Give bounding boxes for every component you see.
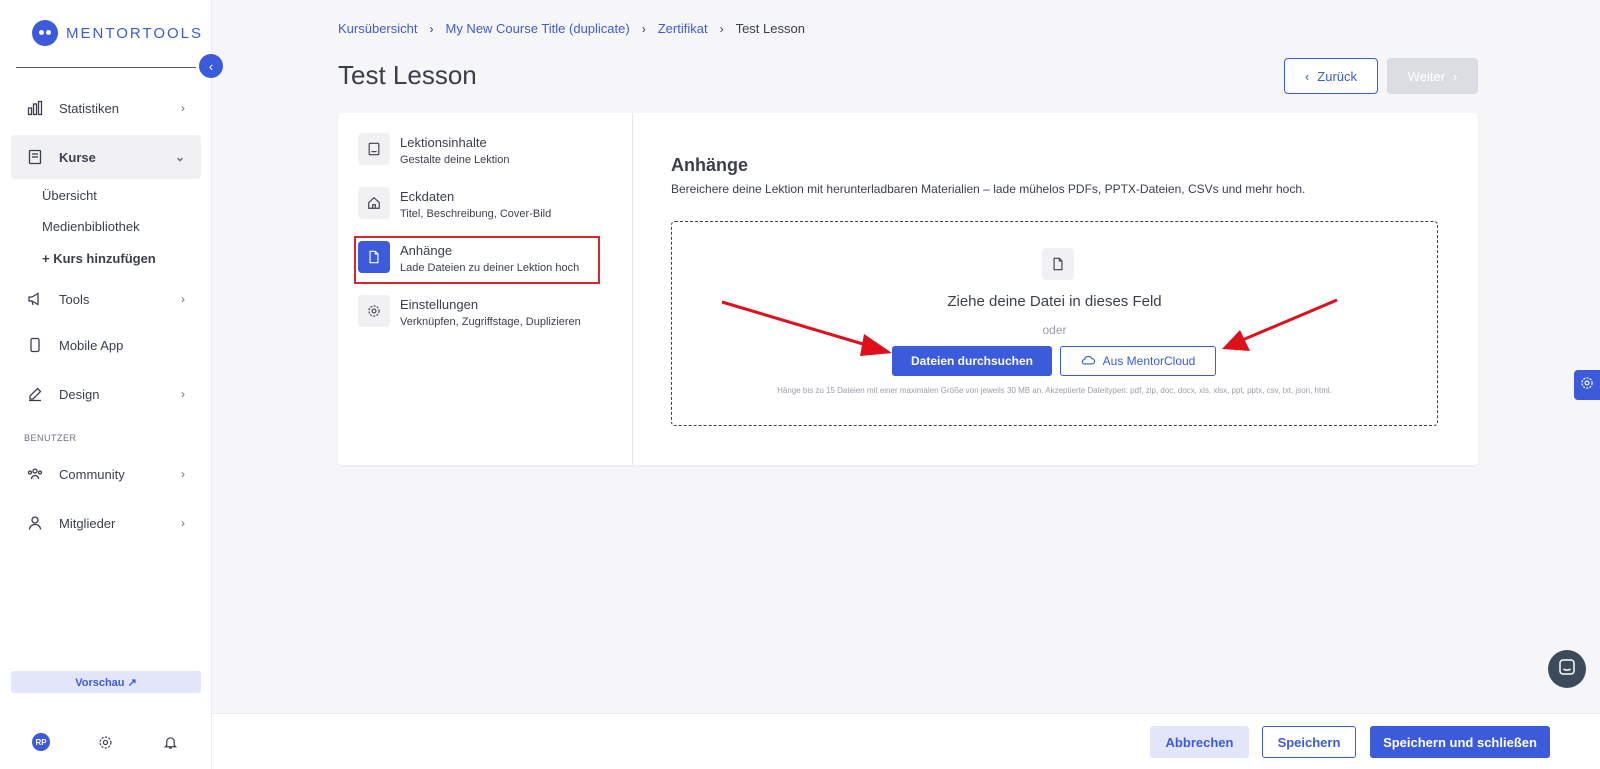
sidebar-item-kurse[interactable]: Kurse ⌄	[11, 135, 201, 179]
file-dropzone[interactable]: Ziehe deine Datei in dieses Feld oder Da…	[671, 221, 1438, 426]
collapse-sidebar-button[interactable]: ‹	[199, 54, 223, 78]
megaphone-icon	[25, 289, 45, 309]
file-icon	[1042, 248, 1074, 280]
floating-settings-button[interactable]	[1574, 370, 1600, 400]
chevron-down-icon: ⌄	[174, 150, 185, 164]
sidebar: MENTORTOOLS Statistiken › Kurse ⌄ Übersi…	[0, 0, 212, 769]
sidebar-item-label: Design	[59, 386, 100, 402]
step-title: Eckdaten	[400, 189, 455, 204]
chevron-right-icon: ›	[641, 21, 646, 36]
settings-gear-icon[interactable]	[95, 732, 115, 752]
chevron-right-icon: ›	[181, 516, 185, 530]
sidebar-item-tools[interactable]: Tools ›	[11, 277, 201, 321]
chevron-right-icon: ›	[181, 387, 185, 401]
sidebar-subitem-uebersicht[interactable]: Übersicht	[42, 188, 97, 203]
mentorcloud-label: Aus MentorCloud	[1102, 354, 1196, 368]
sidebar-item-statistiken[interactable]: Statistiken ›	[11, 86, 201, 130]
chevron-right-icon: ›	[429, 21, 434, 36]
step-title: Anhänge	[400, 243, 453, 258]
chevron-right-icon: ›	[181, 292, 185, 306]
pencil-icon	[25, 384, 45, 404]
breadcrumb: Kursübersicht › My New Course Title (dup…	[338, 21, 805, 36]
breadcrumb-zertifikat[interactable]: Zertifikat	[658, 21, 708, 36]
chevron-right-icon: ›	[181, 467, 185, 481]
avatar[interactable]: RP	[32, 733, 50, 751]
people-icon	[25, 464, 45, 484]
step-eckdaten[interactable]: Eckdaten Titel, Beschreibung, Cover-Bild	[358, 187, 608, 227]
step-subtitle: Titel, Beschreibung, Cover-Bild	[400, 208, 552, 220]
back-button-label: Zurück	[1317, 68, 1358, 84]
logo-text: MENTORTOOLS	[66, 24, 204, 42]
sidebar-subitem-medienbibliothek[interactable]: Medienbibliothek	[42, 219, 140, 234]
breadcrumb-kursuebersicht[interactable]: Kursübersicht	[338, 21, 417, 36]
bar-chart-icon	[25, 98, 45, 118]
next-button-label: Weiter	[1407, 68, 1445, 84]
sidebar-item-label: Mitglieder	[59, 515, 116, 531]
chevron-right-icon: ›	[1452, 68, 1458, 84]
lesson-editor-card: Lektionsinhalte Gestalte deine Lektion E…	[338, 113, 1478, 465]
phone-icon	[25, 335, 45, 355]
logo[interactable]: MENTORTOOLS	[32, 20, 203, 46]
chat-button[interactable]	[1548, 650, 1586, 688]
attachments-description: Bereichere deine Lektion mit herunterlad…	[671, 182, 1306, 196]
chevron-left-icon: ‹	[1304, 68, 1310, 84]
page-title: Test Lesson	[338, 60, 477, 90]
bell-icon[interactable]	[160, 732, 180, 752]
file-icon	[358, 241, 390, 273]
dropzone-note: Hänge bis zu 15 Dateien mit einer maxima…	[777, 386, 1332, 395]
sidebar-subitem-kurs-hinzufuegen[interactable]: + Kurs hinzufügen	[42, 251, 156, 266]
next-button[interactable]: Weiter ›	[1387, 58, 1478, 94]
sidebar-item-label: Tools	[59, 291, 90, 307]
sidebar-item-design[interactable]: Design ›	[11, 372, 201, 416]
breadcrumb-course[interactable]: My New Course Title (duplicate)	[445, 21, 629, 36]
dropzone-or: oder	[1042, 323, 1067, 337]
breadcrumb-current: Test Lesson	[735, 21, 805, 36]
gear-icon	[358, 295, 390, 327]
sidebar-item-mitglieder[interactable]: Mitglieder ›	[11, 501, 201, 545]
cancel-button[interactable]: Abbrechen	[1150, 726, 1249, 758]
back-button[interactable]: ‹ Zurück	[1284, 58, 1378, 94]
mentorcloud-button[interactable]: Aus MentorCloud	[1060, 346, 1216, 376]
cloud-icon	[1081, 354, 1095, 368]
chevron-right-icon: ›	[719, 21, 724, 36]
step-title: Lektionsinhalte	[400, 135, 487, 150]
mentortools-logo-icon	[32, 20, 58, 46]
gear-icon	[1580, 376, 1594, 395]
save-button[interactable]: Speichern	[1262, 726, 1356, 758]
sidebar-item-label: Mobile App	[59, 337, 124, 353]
chat-icon	[1558, 658, 1576, 681]
browse-files-button[interactable]: Dateien durchsuchen	[892, 346, 1052, 376]
chevron-right-icon: ›	[181, 101, 185, 115]
book-icon	[25, 147, 45, 167]
sidebar-divider	[16, 67, 196, 68]
sidebar-item-mobile-app[interactable]: Mobile App	[11, 323, 201, 367]
sidebar-item-community[interactable]: Community ›	[11, 452, 201, 496]
chevron-left-icon: ‹	[208, 58, 214, 74]
user-icon	[25, 513, 45, 533]
card-divider	[632, 113, 633, 465]
step-lektionsinhalte[interactable]: Lektionsinhalte Gestalte deine Lektion	[358, 133, 608, 173]
sidebar-item-label: Kurse	[59, 149, 96, 165]
sidebar-item-label: Statistiken	[59, 100, 119, 116]
preview-button[interactable]: Vorschau ↗	[11, 671, 201, 693]
sidebar-item-label: Community	[59, 466, 125, 482]
dropzone-title: Ziehe deine Datei in dieses Feld	[947, 293, 1162, 310]
section-label-benutzer: BENUTZER	[24, 433, 77, 443]
save-and-close-button[interactable]: Speichern und schließen	[1370, 726, 1550, 758]
step-subtitle: Gestalte deine Lektion	[400, 154, 510, 166]
step-anhaenge[interactable]: Anhänge Lade Dateien zu deiner Lektion h…	[358, 241, 608, 281]
step-einstellungen[interactable]: Einstellungen Verknüpfen, Zugriffstage, …	[358, 295, 608, 335]
attachments-title: Anhänge	[671, 155, 749, 175]
step-title: Einstellungen	[400, 297, 479, 312]
book-icon	[358, 133, 390, 165]
step-subtitle: Verknüpfen, Zugriffstage, Duplizieren	[400, 316, 581, 328]
step-subtitle: Lade Dateien zu deiner Lektion hoch	[400, 262, 580, 274]
home-icon	[358, 187, 390, 219]
